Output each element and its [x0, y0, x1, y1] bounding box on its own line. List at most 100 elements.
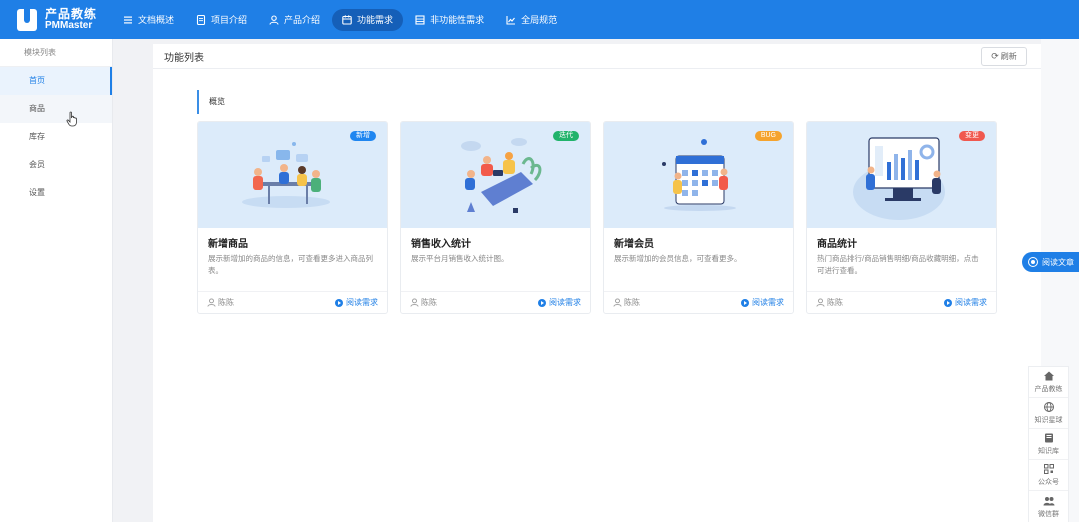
sidebar-title: 模块列表	[0, 39, 112, 67]
page-title: 功能列表	[164, 52, 204, 64]
status-badge: BUG	[754, 131, 782, 141]
status-badge: 变更	[959, 131, 985, 141]
author-name: 陈陈	[218, 298, 234, 307]
play-circle-icon	[538, 298, 546, 307]
tool-wechat-group[interactable]: 微信群	[1029, 491, 1068, 522]
read-article-label: 阅读文章	[1042, 257, 1074, 267]
nav-label: 功能需求	[357, 15, 394, 25]
tool-label: 知识库	[1038, 448, 1059, 455]
tool-knowledge-base[interactable]: 知识库	[1029, 429, 1068, 460]
read-label: 阅读需求	[752, 298, 784, 307]
card-footer: 陈陈 阅读需求	[807, 291, 996, 313]
card-description: 展示新增加的会员信息，可查看更多。	[614, 254, 742, 263]
read-requirement-link[interactable]: 阅读需求	[335, 297, 378, 308]
floating-toolbar: 产品教练 知识星球 知识库 公众号 微信群	[1028, 366, 1069, 522]
qrcode-icon	[1043, 464, 1054, 474]
tool-official-account[interactable]: 公众号	[1029, 460, 1068, 491]
feature-card-new-goods[interactable]: 新增 新增商品 展示新增加的商品的信息，可查看更多进入商品列表。 陈陈 阅读需求	[197, 121, 388, 314]
user-icon	[410, 298, 419, 307]
grid-icon	[415, 14, 425, 25]
card-footer: 陈陈 阅读需求	[198, 291, 387, 313]
top-navbar: 产品教练 PMMaster 文档概述 项目介绍 产品介绍 功能需求 非功能性需求…	[0, 0, 1079, 39]
nav-item-global-spec[interactable]: 全局规范	[496, 9, 567, 31]
feature-card-new-members[interactable]: BUG 新增会员 展示新增加的会员信息，可查看更多。 陈陈 阅读需求	[603, 121, 794, 314]
feature-card-goods-stats[interactable]: 变更 商品统计 热门商品排行/商品销售明细/商品收藏明细，点击可进行查看。 陈陈…	[806, 121, 997, 314]
home-icon	[1043, 371, 1054, 381]
document-icon	[196, 14, 206, 25]
status-badge: 新增	[350, 131, 376, 141]
sidebar-item-inventory[interactable]: 库存	[0, 123, 112, 151]
tool-knowledge-planet[interactable]: 知识星球	[1029, 398, 1068, 429]
tool-label: 产品教练	[1034, 386, 1063, 393]
chart-icon	[506, 15, 516, 25]
nav-label: 项目介绍	[211, 15, 248, 25]
card-title: 新增会员	[614, 239, 654, 250]
user-icon	[613, 298, 622, 307]
list-icon	[124, 16, 132, 23]
sidebar-item-goods[interactable]: 商品	[0, 95, 112, 123]
sidebar-item-members[interactable]: 会员	[0, 151, 112, 179]
author-name: 陈陈	[421, 298, 437, 307]
card-description: 热门商品排行/商品销售明细/商品收藏明细，点击可进行查看。	[817, 254, 979, 275]
nav-item-product-intro[interactable]: 产品介绍	[259, 9, 330, 31]
sidebar-item-home[interactable]: 首页	[0, 67, 112, 95]
logo[interactable]: 产品教练 PMMaster	[0, 0, 113, 39]
read-requirement-link[interactable]: 阅读需求	[741, 297, 784, 308]
card-illustration: 迭代	[401, 122, 590, 228]
card-illustration: BUG	[604, 122, 793, 228]
card-title: 销售收入统计	[411, 239, 471, 250]
feature-card-sales-income[interactable]: 迭代 销售收入统计 展示平台月销售收入统计图。 陈陈 阅读需求	[400, 121, 591, 314]
card-title: 商品统计	[817, 239, 857, 250]
calendar-icon	[342, 14, 352, 25]
author-name: 陈陈	[624, 298, 640, 307]
play-circle-icon	[944, 298, 952, 307]
card-illustration: 新增	[198, 122, 387, 228]
card-list: 新增 新增商品 展示新增加的商品的信息，可查看更多进入商品列表。 陈陈 阅读需求	[197, 121, 1009, 314]
main-header: 功能列表 ⟳ 刷新	[153, 44, 1041, 69]
main-nav: 文档概述 项目介绍 产品介绍 功能需求 非功能性需求 全局规范	[113, 0, 569, 39]
read-requirement-link[interactable]: 阅读需求	[944, 297, 987, 308]
sidebar: 模块列表 首页 商品 库存 会员 设置	[0, 39, 113, 522]
group-icon	[1043, 496, 1054, 505]
read-label: 阅读需求	[346, 298, 378, 307]
logo-en-text: PMMaster	[45, 19, 93, 31]
card-title: 新增商品	[208, 239, 248, 250]
read-label: 阅读需求	[549, 298, 581, 307]
refresh-label: 刷新	[1000, 51, 1017, 61]
nav-item-nonfunctional-req[interactable]: 非功能性需求	[405, 9, 494, 31]
nav-label: 非功能性需求	[430, 15, 485, 25]
play-circle-icon	[335, 298, 343, 307]
tool-label: 公众号	[1038, 479, 1059, 486]
card-description: 展示新增加的商品的信息，可查看更多进入商品列表。	[208, 254, 373, 275]
author-name: 陈陈	[827, 298, 843, 307]
nav-item-doc-overview[interactable]: 文档概述	[113, 9, 184, 31]
nav-label: 产品介绍	[284, 15, 321, 25]
logo-cn-text: 产品教练	[45, 6, 98, 21]
user-icon	[816, 298, 825, 307]
tool-label: 微信群	[1038, 510, 1059, 518]
user-icon	[269, 14, 279, 25]
card-author: 陈陈	[207, 297, 234, 308]
refresh-icon: ⟳	[991, 50, 999, 61]
nav-item-project-intro[interactable]: 项目介绍	[186, 9, 257, 31]
card-author: 陈陈	[816, 297, 843, 308]
refresh-button[interactable]: ⟳ 刷新	[981, 46, 1027, 66]
play-circle-icon	[741, 298, 749, 307]
read-requirement-link[interactable]: 阅读需求	[538, 297, 581, 308]
nav-label: 文档概述	[138, 15, 175, 25]
sidebar-item-settings[interactable]: 设置	[0, 179, 112, 207]
target-circle-icon	[1028, 257, 1038, 267]
book-icon	[1044, 433, 1053, 443]
globe-icon	[1043, 402, 1054, 412]
read-article-button[interactable]: 阅读文章	[1022, 252, 1079, 272]
tool-pm-coach[interactable]: 产品教练	[1029, 367, 1068, 398]
nav-item-functional-req[interactable]: 功能需求	[332, 8, 404, 31]
main-panel: 功能列表 ⟳ 刷新 概览 新增 新增商品 展示新增加的商品的信息，可查看更多进入…	[153, 44, 1041, 522]
read-label: 阅读需求	[955, 298, 987, 307]
card-illustration: 变更	[807, 122, 996, 228]
hand-cursor-icon	[66, 111, 77, 127]
section-label: 概览	[197, 90, 225, 114]
card-footer: 陈陈 阅读需求	[401, 291, 590, 313]
card-footer: 陈陈 阅读需求	[604, 291, 793, 313]
nav-label: 全局规范	[521, 15, 558, 25]
